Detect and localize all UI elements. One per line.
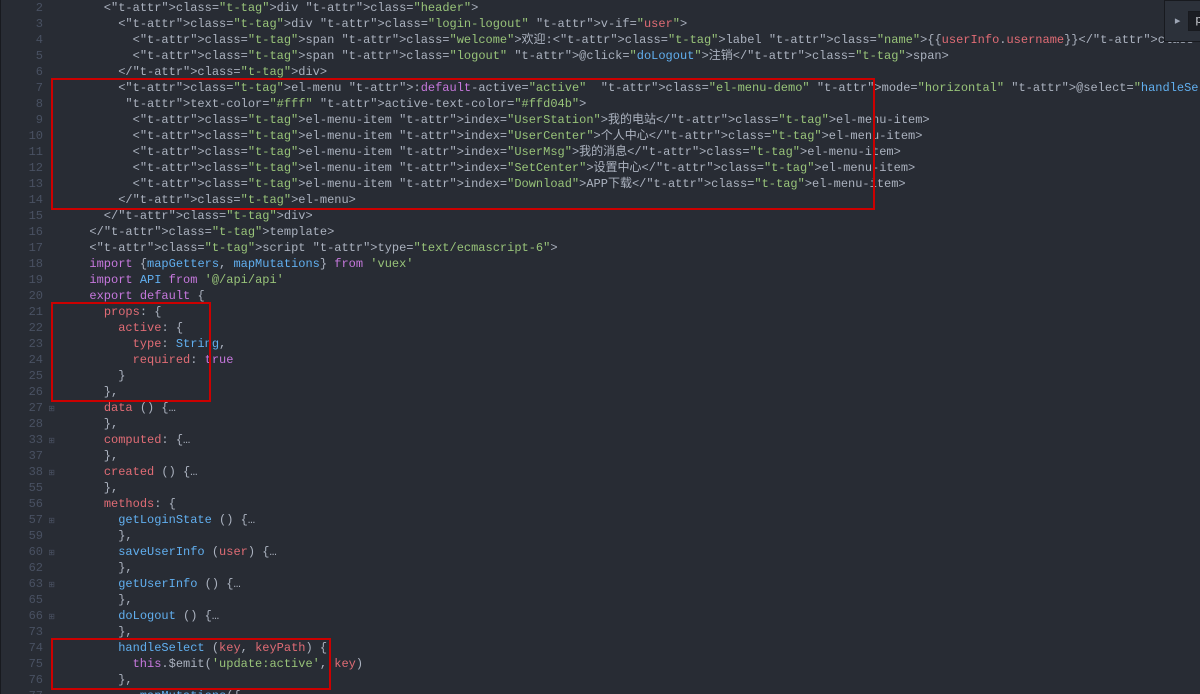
fold-icon[interactable]: ⊞: [48, 434, 55, 450]
code-line[interactable]: ...mapMutations({: [75, 688, 1200, 694]
line-number-gutter[interactable]: 2345678910111213141516171819202122232425…: [1, 0, 57, 694]
code-line[interactable]: <"t-attr">class="t-tag">div "t-attr">cla…: [75, 0, 1200, 16]
code-line[interactable]: type: String,: [75, 336, 1200, 352]
code-line[interactable]: this.$emit('update:active', key): [75, 656, 1200, 672]
code-line[interactable]: </"t-attr">class="t-tag">div>: [75, 208, 1200, 224]
code-line[interactable]: <"t-attr">class="t-tag">el-menu-item "t-…: [75, 176, 1200, 192]
code-line[interactable]: },: [75, 384, 1200, 400]
code-line[interactable]: <"t-attr">class="t-tag">span "t-attr">cl…: [75, 32, 1200, 48]
code-line[interactable]: data () {…: [75, 400, 1200, 416]
code-line[interactable]: props: {: [75, 304, 1200, 320]
code-line[interactable]: active: {: [75, 320, 1200, 336]
code-line[interactable]: },: [75, 624, 1200, 640]
code-line[interactable]: getLoginState () {…: [75, 512, 1200, 528]
find-widget[interactable]: ▸ Aa Ab| ·* 第 1 个(共 2 个) ← → ≡ ×: [1164, 0, 1200, 42]
code-line[interactable]: </"t-attr">class="t-tag">div>: [75, 64, 1200, 80]
code-line[interactable]: </"t-attr">class="t-tag">template>: [75, 224, 1200, 240]
code-line[interactable]: created () {…: [75, 464, 1200, 480]
fold-icon[interactable]: ⊞: [48, 610, 55, 626]
code-line[interactable]: },: [75, 416, 1200, 432]
code-line[interactable]: saveUserInfo (user) {…: [75, 544, 1200, 560]
code-line[interactable]: import {mapGetters, mapMutations} from '…: [75, 256, 1200, 272]
code-line[interactable]: getUserInfo () {…: [75, 576, 1200, 592]
code-line[interactable]: },: [75, 592, 1200, 608]
code-line[interactable]: <"t-attr">class="t-tag">script "t-attr">…: [75, 240, 1200, 256]
editor-area: ▸ Aa Ab| ·* 第 1 个(共 2 个) ← → ≡ × 2345678…: [1, 0, 1200, 694]
code-line[interactable]: computed: {…: [75, 432, 1200, 448]
code-content[interactable]: <"t-attr">class="t-tag">div "t-attr">cla…: [57, 0, 1200, 694]
code-line[interactable]: <"t-attr">class="t-tag">el-menu-item "t-…: [75, 112, 1200, 128]
code-line[interactable]: import API from '@/api/api': [75, 272, 1200, 288]
fold-icon[interactable]: ⊞: [48, 402, 55, 418]
code-line[interactable]: },: [75, 528, 1200, 544]
code-line[interactable]: },: [75, 672, 1200, 688]
code-line[interactable]: required: true: [75, 352, 1200, 368]
fold-icon[interactable]: ⊞: [48, 514, 55, 530]
code-line[interactable]: <"t-attr">class="t-tag">el-menu-item "t-…: [75, 128, 1200, 144]
code-line[interactable]: },: [75, 448, 1200, 464]
code-line[interactable]: export default {: [75, 288, 1200, 304]
code-line[interactable]: methods: {: [75, 496, 1200, 512]
code-line[interactable]: <"t-attr">class="t-tag">span "t-attr">cl…: [75, 48, 1200, 64]
code-line[interactable]: </"t-attr">class="t-tag">el-menu>: [75, 192, 1200, 208]
code-line[interactable]: "t-attr">text-color="#fff" "t-attr">acti…: [75, 96, 1200, 112]
code-line[interactable]: },: [75, 560, 1200, 576]
code-line[interactable]: handleSelect (key, keyPath) {: [75, 640, 1200, 656]
code-line[interactable]: <"t-attr">class="t-tag">div "t-attr">cla…: [75, 16, 1200, 32]
find-input[interactable]: [1188, 11, 1200, 31]
code-line[interactable]: }: [75, 368, 1200, 384]
code-line[interactable]: doLogout () {…: [75, 608, 1200, 624]
code-line[interactable]: <"t-attr">class="t-tag">el-menu-item "t-…: [75, 160, 1200, 176]
code-line[interactable]: },: [75, 480, 1200, 496]
fold-icon[interactable]: ⊞: [48, 578, 55, 594]
code-line[interactable]: <"t-attr">class="t-tag">el-menu "t-attr"…: [75, 80, 1200, 96]
code-line[interactable]: <"t-attr">class="t-tag">el-menu-item "t-…: [75, 144, 1200, 160]
find-toggle-replace-icon[interactable]: ▸: [1171, 14, 1185, 28]
fold-icon[interactable]: ⊞: [48, 546, 55, 562]
fold-icon[interactable]: ⊞: [48, 466, 55, 482]
